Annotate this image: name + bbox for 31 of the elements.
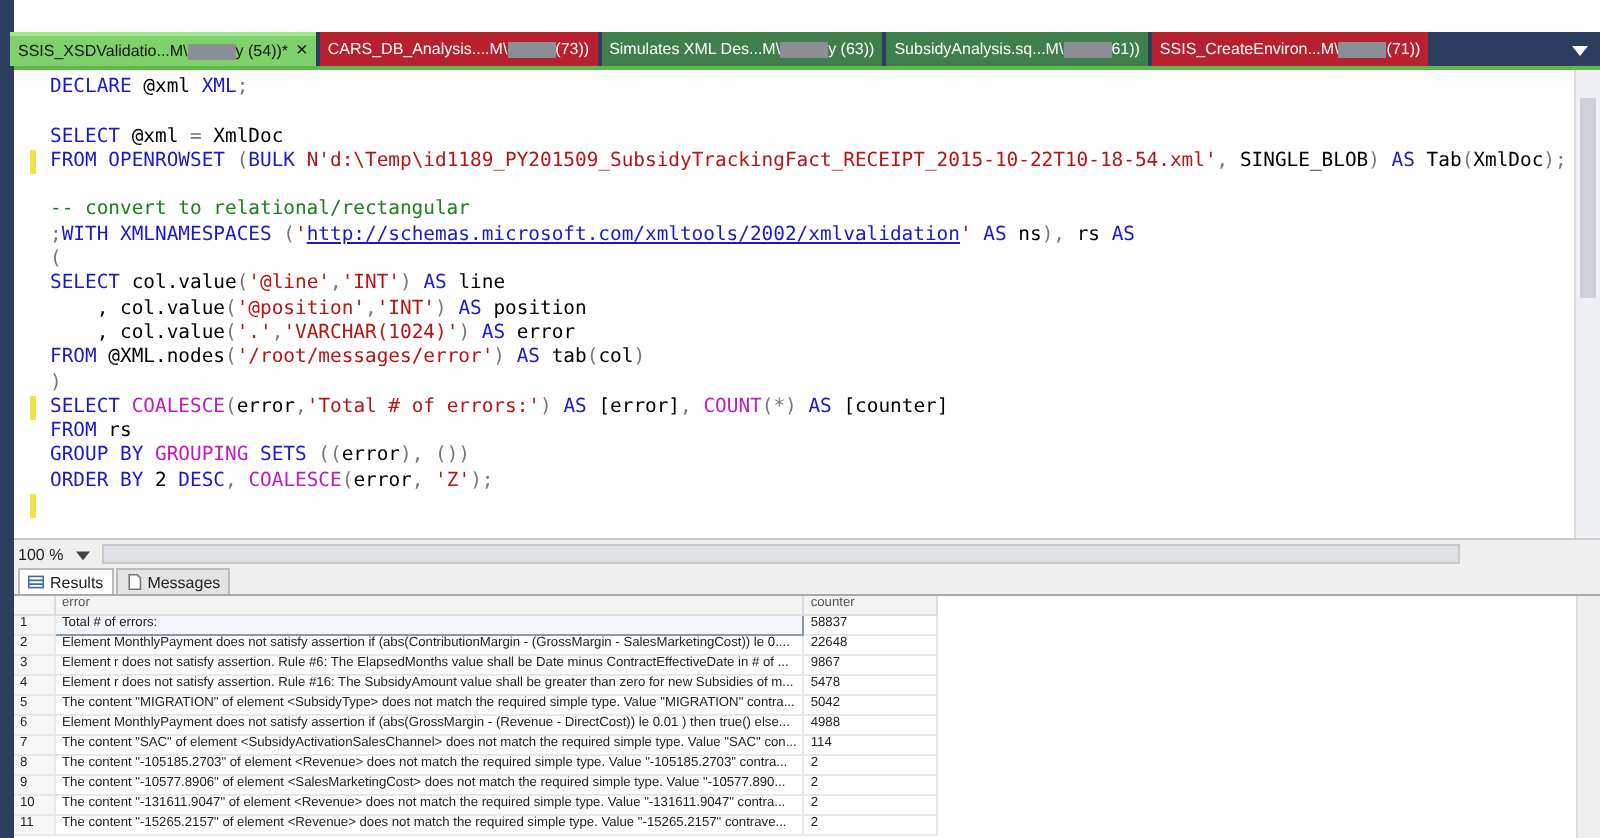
code-line: -- convert to relational/rectangular: [50, 198, 470, 224]
zoom-dropdown[interactable]: 100 %: [18, 545, 64, 563]
horizontal-scrollbar[interactable]: [101, 544, 1460, 564]
code-line: , col.value('@position','INT') AS position: [94, 297, 587, 322]
document-tab[interactable]: SSIS_XSDValidatio...M\ y (54))* ×: [10, 32, 316, 66]
code-line: ): [50, 371, 62, 396]
close-icon[interactable]: ×: [296, 40, 308, 62]
grid-icon: [28, 574, 44, 590]
code-line: SELECT COALESCE(error,'Total # of errors:') AS [error], COUNT(*) AS [counter]: [50, 395, 949, 421]
code-line: , col.value('.','VARCHAR(1024)') AS error: [94, 321, 576, 347]
dropdown-icon[interactable]: [1572, 41, 1588, 57]
code-line: FROM @XML.nodes('/root/messages/error') AS tab(col): [50, 346, 646, 372]
code-line: FROM rs: [50, 420, 132, 445]
vertical-scrollbar[interactable]: [1576, 596, 1600, 838]
results-tab[interactable]: Results: [18, 568, 114, 594]
dropdown-icon[interactable]: [75, 547, 90, 561]
code-line: (: [50, 248, 62, 273]
document-icon: [125, 574, 142, 590]
results-tab[interactable]: Messages: [115, 568, 231, 594]
document-tab[interactable]: CARS_DB_Analysis....M\ (73)): [319, 32, 598, 66]
code-line: GROUP BY GROUPING SETS ((error), ()): [50, 444, 471, 470]
vertical-scrollbar[interactable]: [1574, 70, 1600, 538]
document-tab[interactable]: SubsidyAnalysis.sq...M\ 61)): [886, 32, 1148, 66]
code-line: ORDER BY 2 DESC, COALESCE(error, 'Z');: [50, 469, 494, 495]
code-line: SELECT col.value('@line','INT') AS line: [50, 272, 506, 298]
code-line: SELECT @xml = XmlDoc: [50, 125, 284, 150]
document-tab[interactable]: Simulates XML Des...M\ y (63)): [601, 32, 883, 66]
code-line: FROM OPENROWSET (BULK N'd:\Temp\id1189_PY201509_SubsidyTrackingFact_RECEIPT_2015-10-22T10-18-54.xml', SINGLE_BLOB) AS Tab(XmlDoc);: [50, 149, 1567, 175]
code-line: DECLARE @xml XML;: [50, 76, 249, 101]
code-line: ;WITH XMLNAMESPACES ('http://schemas.microsoft.com/xmltools/2002/xmlvalidation' AS ns), rs AS: [50, 223, 1135, 249]
document-tab[interactable]: SSIS_CreateEnviron...M\ (71)): [1151, 32, 1429, 66]
